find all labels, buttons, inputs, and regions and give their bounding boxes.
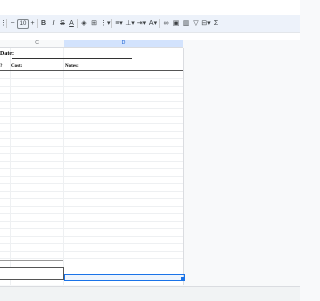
insert-chart-icon[interactable]: ▥ xyxy=(182,18,190,29)
italic-button[interactable]: I xyxy=(50,18,57,29)
filter-views-icon[interactable]: ⊟▾ xyxy=(201,18,211,29)
grid-row-line xyxy=(0,93,183,94)
grid-row-line xyxy=(0,198,183,199)
grid-row-line xyxy=(0,78,183,79)
spreadsheet-grid[interactable]: Date: ? Cost: Notes: xyxy=(0,48,184,285)
increase-font-size-button[interactable]: + xyxy=(29,18,36,29)
bordered-cell[interactable] xyxy=(0,267,64,280)
column-header-d[interactable]: D xyxy=(64,40,183,47)
merge-cells-icon[interactable]: ⋮▾ xyxy=(100,18,111,29)
grid-row-line xyxy=(0,108,183,109)
toolbar-divider xyxy=(37,19,38,28)
toolbar-divider xyxy=(159,19,160,28)
cell-border-line xyxy=(0,260,63,261)
grid-row-line xyxy=(0,250,183,252)
decrease-font-size-button[interactable]: − xyxy=(9,18,16,29)
fill-color-icon[interactable]: ◈ xyxy=(80,18,88,29)
grid-row-line xyxy=(0,220,183,222)
grid-row-line xyxy=(0,258,183,259)
text-rotation-icon[interactable]: A▾ xyxy=(148,18,158,29)
grid-row-line xyxy=(0,100,183,102)
header-divider xyxy=(0,70,183,71)
grid-row-line xyxy=(0,145,183,147)
sheet-tabs-bar xyxy=(0,286,300,301)
selection-handle[interactable] xyxy=(181,277,184,280)
grid-row-line xyxy=(0,138,183,139)
strikethrough-button[interactable]: S xyxy=(59,18,66,29)
text-wrap-icon[interactable]: ⇥▾ xyxy=(136,18,147,29)
text-color-button[interactable]: A xyxy=(68,18,75,29)
date-underline xyxy=(12,58,132,59)
question-label: ? xyxy=(0,64,3,69)
horizontal-align-icon[interactable]: ≡▾ xyxy=(114,18,124,29)
date-label: Date: xyxy=(0,51,14,57)
grid-row-line xyxy=(0,243,183,244)
column-header-row: C D xyxy=(0,40,183,48)
cost-label: Cost: xyxy=(11,64,23,69)
grid-row-line xyxy=(0,168,183,169)
grid-row-line xyxy=(0,123,183,124)
functions-icon[interactable]: Σ xyxy=(212,18,220,29)
grid-row-line xyxy=(0,175,183,177)
more-icon[interactable]: ⋮ xyxy=(0,18,7,29)
grid-row-line xyxy=(0,213,183,214)
font-size-field[interactable]: 10 xyxy=(17,19,29,29)
grid-row-line xyxy=(0,115,183,117)
notes-label: Notes: xyxy=(65,64,79,69)
formula-bar[interactable] xyxy=(0,33,300,40)
grid-row-line xyxy=(0,85,183,87)
toolbar-divider xyxy=(77,19,78,28)
grid-column-line xyxy=(10,48,11,285)
insert-comment-icon[interactable]: ▣ xyxy=(172,18,180,29)
grid-row-line xyxy=(0,153,183,154)
borders-icon[interactable]: ⊞ xyxy=(90,18,98,29)
bold-button[interactable]: B xyxy=(40,18,47,29)
grid-row-line xyxy=(0,160,183,162)
toolbar-divider xyxy=(111,19,112,28)
grid-row-line xyxy=(0,190,183,192)
toolbar-divider xyxy=(6,19,7,28)
grid-row-line xyxy=(0,130,183,132)
vertical-align-icon[interactable]: ⊥▾ xyxy=(125,18,135,29)
insert-link-icon[interactable]: ∞ xyxy=(162,18,170,29)
grid-row-line xyxy=(0,228,183,229)
formatting-toolbar: ⋮ − 10 + B I S A ◈ ⊞ ⋮▾ ≡▾ ⊥▾ ⇥▾ A▾ ∞ ▣ … xyxy=(0,15,300,33)
grid-column-line xyxy=(63,48,64,285)
grid-row-line xyxy=(0,205,183,207)
filter-icon[interactable]: ▽ xyxy=(192,18,200,29)
grid-row-line xyxy=(0,183,183,184)
sheet-empty-area xyxy=(184,40,300,285)
selected-range[interactable] xyxy=(64,274,185,281)
grid-row-line xyxy=(0,235,183,237)
menu-strip xyxy=(0,0,300,15)
column-header-c[interactable]: C xyxy=(10,40,64,47)
